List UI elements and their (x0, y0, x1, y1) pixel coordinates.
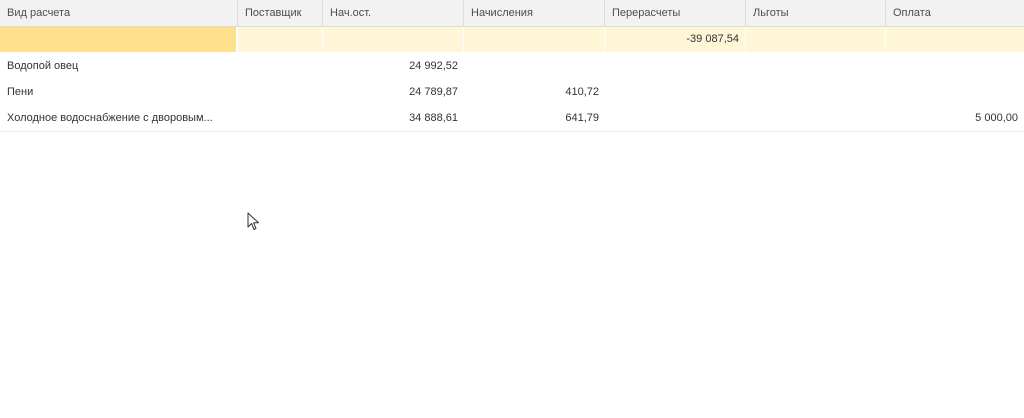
column-header-recalculations[interactable]: Перерасчеты (605, 0, 746, 26)
table-cell[interactable] (238, 27, 323, 52)
table-cell[interactable]: 24 789,87 (323, 79, 464, 104)
table-cell[interactable] (0, 27, 238, 52)
column-header-opening-balance[interactable]: Нач.ост. (323, 0, 464, 26)
table-cell[interactable] (746, 79, 886, 104)
table-cell[interactable] (605, 53, 746, 78)
table-cell[interactable] (323, 27, 464, 52)
table-header: Вид расчета Поставщик Нач.ост. Начислени… (0, 0, 1024, 27)
table-cell[interactable] (238, 105, 323, 130)
table-cell[interactable]: Холодное водоснабжение с дворовым... (0, 105, 238, 130)
table-row-selected[interactable]: -39 087,54 (0, 27, 1024, 52)
table-cell[interactable] (746, 53, 886, 78)
accruals-table: Вид расчета Поставщик Нач.ост. Начислени… (0, 0, 1024, 418)
column-header-benefits[interactable]: Льготы (746, 0, 886, 26)
table-cell[interactable] (605, 105, 746, 130)
table-cell[interactable]: 34 888,61 (323, 105, 464, 130)
mouse-pointer-icon (247, 212, 259, 230)
table-cell[interactable] (238, 53, 323, 78)
table-cell[interactable] (464, 53, 605, 78)
table-cell[interactable] (238, 79, 323, 104)
table-cell[interactable]: -39 087,54 (605, 27, 746, 52)
table-cell[interactable] (886, 79, 1024, 104)
table-row[interactable]: Холодное водоснабжение с дворовым... 34 … (0, 105, 1024, 132)
table-cell[interactable] (464, 27, 605, 52)
table-cell[interactable] (886, 53, 1024, 78)
table-cell[interactable] (886, 27, 1024, 52)
table-row[interactable]: Водопой овец 24 992,52 (0, 53, 1024, 80)
column-header-supplier[interactable]: Поставщик (238, 0, 323, 26)
table-cell[interactable]: 5 000,00 (886, 105, 1024, 130)
table-cell[interactable]: Водопой овец (0, 53, 238, 78)
column-header-calc-type[interactable]: Вид расчета (0, 0, 238, 26)
table-cell[interactable]: Пени (0, 79, 238, 104)
table-cell[interactable]: 641,79 (464, 105, 605, 130)
table-cell[interactable] (746, 105, 886, 130)
table-cell[interactable]: 24 992,52 (323, 53, 464, 78)
table-cell[interactable]: 410,72 (464, 79, 605, 104)
column-header-payment[interactable]: Оплата (886, 0, 1024, 26)
column-header-charges[interactable]: Начисления (464, 0, 605, 26)
table-row[interactable]: Пени 24 789,87 410,72 (0, 79, 1024, 106)
table-cell[interactable] (746, 27, 886, 52)
table-cell[interactable] (605, 79, 746, 104)
